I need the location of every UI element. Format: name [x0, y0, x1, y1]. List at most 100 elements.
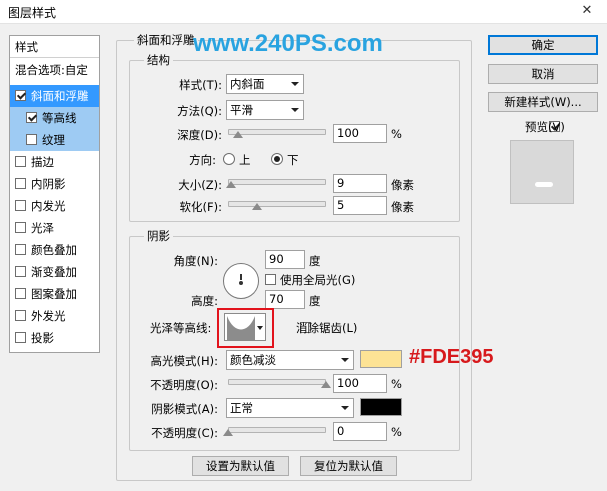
shading-title: 阴影: [144, 228, 173, 244]
size-unit: 像素: [391, 178, 414, 192]
styles-sidebar: 样式 混合选项:自定 斜面和浮雕等高线纹理描边内阴影内发光光泽颜色叠加渐变叠加图…: [9, 35, 100, 353]
shadow-mode-value: 正常: [230, 401, 253, 415]
contour-preview-icon: [227, 316, 255, 340]
chevron-down-icon: [291, 82, 299, 86]
soften-input[interactable]: 5: [333, 196, 387, 215]
sidebar-item-checkbox[interactable]: [15, 266, 26, 277]
sidebar-item[interactable]: 渐变叠加: [10, 261, 99, 283]
gloss-contour-picker[interactable]: [224, 313, 266, 341]
cancel-button[interactable]: 取消: [488, 64, 598, 84]
gloss-contour-label: 光泽等高线:: [150, 321, 212, 335]
sidebar-item-checkbox[interactable]: [26, 112, 37, 123]
sidebar-item-label: 斜面和浮雕: [31, 89, 89, 103]
sidebar-item-label: 内阴影: [31, 177, 66, 191]
sidebar-item[interactable]: 图案叠加: [10, 283, 99, 305]
preview-shape: [535, 182, 553, 187]
sidebar-item[interactable]: 纹理: [10, 129, 99, 151]
soften-slider-thumb[interactable]: [252, 203, 263, 210]
highlight-color-swatch[interactable]: [360, 350, 402, 368]
sidebar-item-checkbox[interactable]: [15, 90, 26, 101]
sidebar-item-checkbox[interactable]: [15, 310, 26, 321]
sidebar-item-label: 内发光: [31, 199, 66, 213]
sidebar-item-label: 外发光: [31, 309, 66, 323]
shadow-opacity-slider-track[interactable]: [228, 427, 326, 433]
reset-default-button[interactable]: 复位为默认值: [300, 456, 397, 476]
window-title: 图层样式: [8, 6, 57, 20]
highlight-opacity-slider-thumb[interactable]: [321, 381, 331, 388]
size-slider-thumb[interactable]: [225, 181, 236, 188]
sidebar-item-blend-options[interactable]: 混合选项:自定: [10, 59, 99, 81]
size-input[interactable]: 9: [333, 174, 387, 193]
sidebar-item-checkbox[interactable]: [26, 134, 37, 145]
sidebar-item-checkbox[interactable]: [15, 222, 26, 233]
global-light-checkbox[interactable]: [265, 274, 276, 285]
highlight-mode-dropdown[interactable]: 颜色减淡: [226, 350, 354, 370]
style-dropdown-value: 内斜面: [230, 77, 265, 91]
chevron-down-icon: [291, 108, 299, 112]
close-icon[interactable]: ✕: [574, 2, 600, 20]
sidebar-item[interactable]: 描边: [10, 151, 99, 173]
altitude-label: 高度:: [191, 294, 218, 308]
sidebar-item-checkbox[interactable]: [15, 244, 26, 255]
technique-dropdown[interactable]: 平滑: [226, 100, 304, 120]
bevel-emboss-title: 斜面和浮雕: [134, 32, 198, 48]
preview-label: 预览(V): [525, 120, 565, 134]
chevron-down-icon: [341, 406, 349, 410]
sidebar-item-checkbox[interactable]: [15, 288, 26, 299]
depth-unit: %: [391, 127, 402, 141]
style-dropdown[interactable]: 内斜面: [226, 74, 304, 94]
sidebar-header[interactable]: 样式: [10, 36, 99, 58]
depth-slider-thumb[interactable]: [232, 131, 243, 138]
sidebar-item[interactable]: 等高线: [10, 107, 99, 129]
shadow-mode-dropdown[interactable]: 正常: [226, 398, 354, 418]
sidebar-item[interactable]: 内发光: [10, 195, 99, 217]
sidebar-item-label: 图案叠加: [31, 287, 77, 301]
chevron-down-icon: [257, 326, 263, 330]
global-light-label: 使用全局光(G): [280, 273, 356, 287]
sidebar-item-label: 光泽: [31, 221, 54, 235]
sidebar-item-label: 渐变叠加: [31, 265, 77, 279]
technique-label: 方法(Q):: [177, 104, 222, 118]
angle-input[interactable]: 90: [265, 250, 305, 269]
altitude-input[interactable]: 70: [265, 290, 305, 309]
sidebar-item-checkbox[interactable]: [15, 200, 26, 211]
angle-dial[interactable]: [223, 263, 259, 299]
sidebar-item-checkbox[interactable]: [15, 178, 26, 189]
ok-button[interactable]: 确定: [488, 35, 598, 55]
color-annotation: #FDE395: [409, 346, 494, 368]
sidebar-item[interactable]: 颜色叠加: [10, 239, 99, 261]
sidebar-item[interactable]: 光泽: [10, 217, 99, 239]
style-label: 样式(T):: [179, 78, 222, 92]
direction-up-label: 上: [239, 153, 251, 167]
direction-down-radio[interactable]: [271, 153, 283, 165]
sidebar-item[interactable]: 投影: [10, 327, 99, 349]
sidebar-item-checkbox[interactable]: [15, 332, 26, 343]
sidebar-item-checkbox[interactable]: [15, 156, 26, 167]
shadow-opacity-input[interactable]: 0: [333, 422, 387, 441]
make-default-button[interactable]: 设置为默认值: [192, 456, 289, 476]
highlight-opacity-label: 不透明度(O):: [150, 378, 218, 392]
highlight-mode-value: 颜色减淡: [230, 353, 276, 367]
new-style-button[interactable]: 新建样式(W)...: [488, 92, 598, 112]
sidebar-item[interactable]: 内阴影: [10, 173, 99, 195]
soften-slider-track[interactable]: [228, 201, 326, 207]
direction-up-radio[interactable]: [223, 153, 235, 165]
soften-label: 软化(F):: [179, 200, 222, 214]
highlight-opacity-input[interactable]: 100: [333, 374, 387, 393]
sidebar-item[interactable]: 外发光: [10, 305, 99, 327]
altitude-unit: 度: [309, 294, 321, 308]
shadow-color-swatch[interactable]: [360, 398, 402, 416]
highlight-opacity-slider-track[interactable]: [228, 379, 326, 385]
highlight-mode-label: 高光模式(H):: [150, 354, 219, 368]
technique-dropdown-value: 平滑: [230, 103, 253, 117]
highlight-opacity-unit: %: [391, 377, 402, 391]
style-preview-thumbnail: [510, 140, 574, 204]
size-slider-track[interactable]: [228, 179, 326, 185]
shadow-opacity-slider-thumb[interactable]: [223, 429, 233, 436]
sidebar-item-label: 纹理: [42, 133, 65, 147]
depth-input[interactable]: 100: [333, 124, 387, 143]
angle-dial-center: [239, 281, 243, 285]
chevron-down-icon: [341, 358, 349, 362]
sidebar-item[interactable]: 斜面和浮雕: [10, 85, 99, 107]
shadow-opacity-unit: %: [391, 425, 402, 439]
